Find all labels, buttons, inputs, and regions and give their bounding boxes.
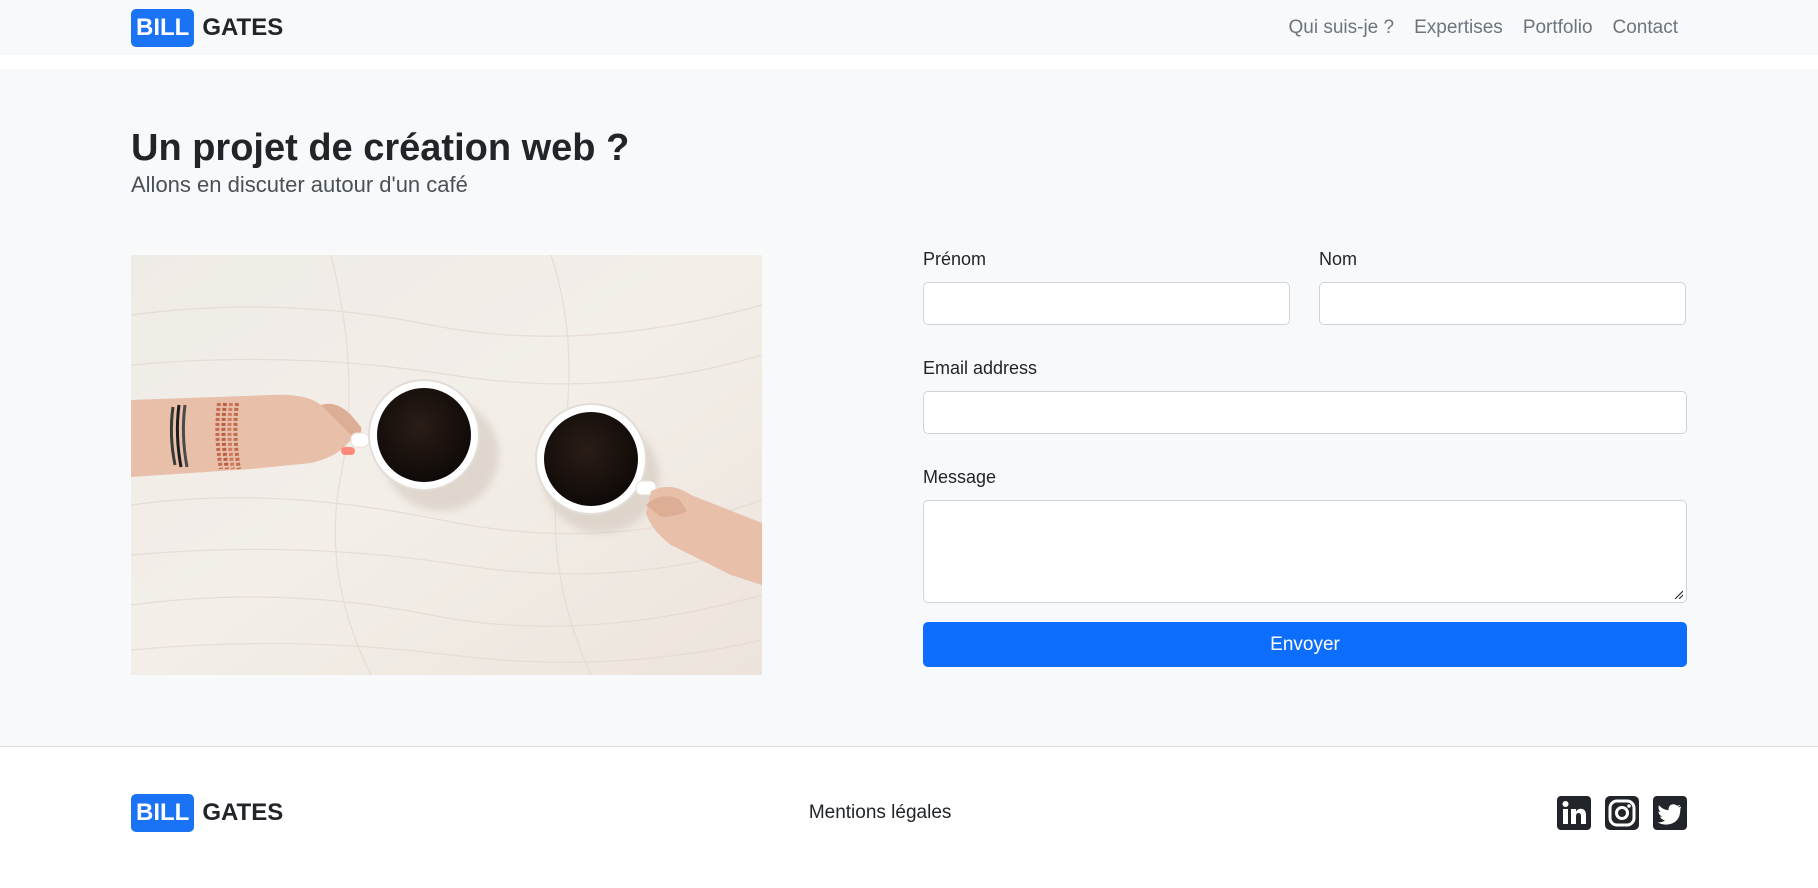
top-navbar: BILL GATES Qui suis-je ? Expertises Port… (0, 0, 1818, 55)
legal-notice-link[interactable]: Mentions légales (809, 802, 952, 824)
nav-item-qui-suis-je[interactable]: Qui suis-je ? (1289, 17, 1395, 39)
twitter-icon[interactable] (1652, 796, 1687, 830)
nav-item-contact[interactable]: Contact (1613, 17, 1678, 39)
email-field[interactable] (923, 391, 1687, 434)
page-title: Un projet de création web ? (131, 127, 630, 169)
first-name-label: Prénom (923, 249, 987, 269)
contact-form: Prénom Nom Email address Message Envoyer (923, 249, 1687, 667)
last-name-label: Nom (1319, 249, 1358, 269)
resize-grip-icon[interactable] (1673, 589, 1683, 599)
footer-brand-badge: BILL (131, 794, 195, 832)
email-label: Email address (923, 358, 1038, 378)
message-label: Message (923, 467, 997, 487)
nav-item-expertises[interactable]: Expertises (1414, 17, 1503, 39)
social-links (1556, 796, 1687, 830)
footer-brand-name: GATES (202, 799, 284, 826)
brand-badge: BILL (131, 8, 195, 47)
last-name-field[interactable] (1319, 282, 1686, 325)
brand-logo[interactable]: BILL GATES (131, 8, 284, 47)
first-name-field[interactable] (923, 282, 1290, 325)
brand-name: GATES (202, 13, 284, 41)
nav-item-portfolio[interactable]: Portfolio (1523, 17, 1593, 39)
linkedin-icon[interactable] (1556, 796, 1591, 830)
main-nav: Qui suis-je ? Expertises Portfolio Conta… (1289, 17, 1679, 39)
footer-brand-logo[interactable]: BILL GATES (131, 794, 283, 832)
footer: BILL GATES Mentions légales (0, 747, 1818, 887)
page-subtitle: Allons en discuter autour d'un café (131, 172, 468, 197)
instagram-icon[interactable] (1604, 796, 1639, 830)
coffee-cups-photo (131, 255, 762, 675)
contact-section: Un projet de création web ? Allons en di… (0, 69, 1818, 747)
submit-button[interactable]: Envoyer (923, 622, 1687, 667)
message-field[interactable] (923, 500, 1687, 603)
